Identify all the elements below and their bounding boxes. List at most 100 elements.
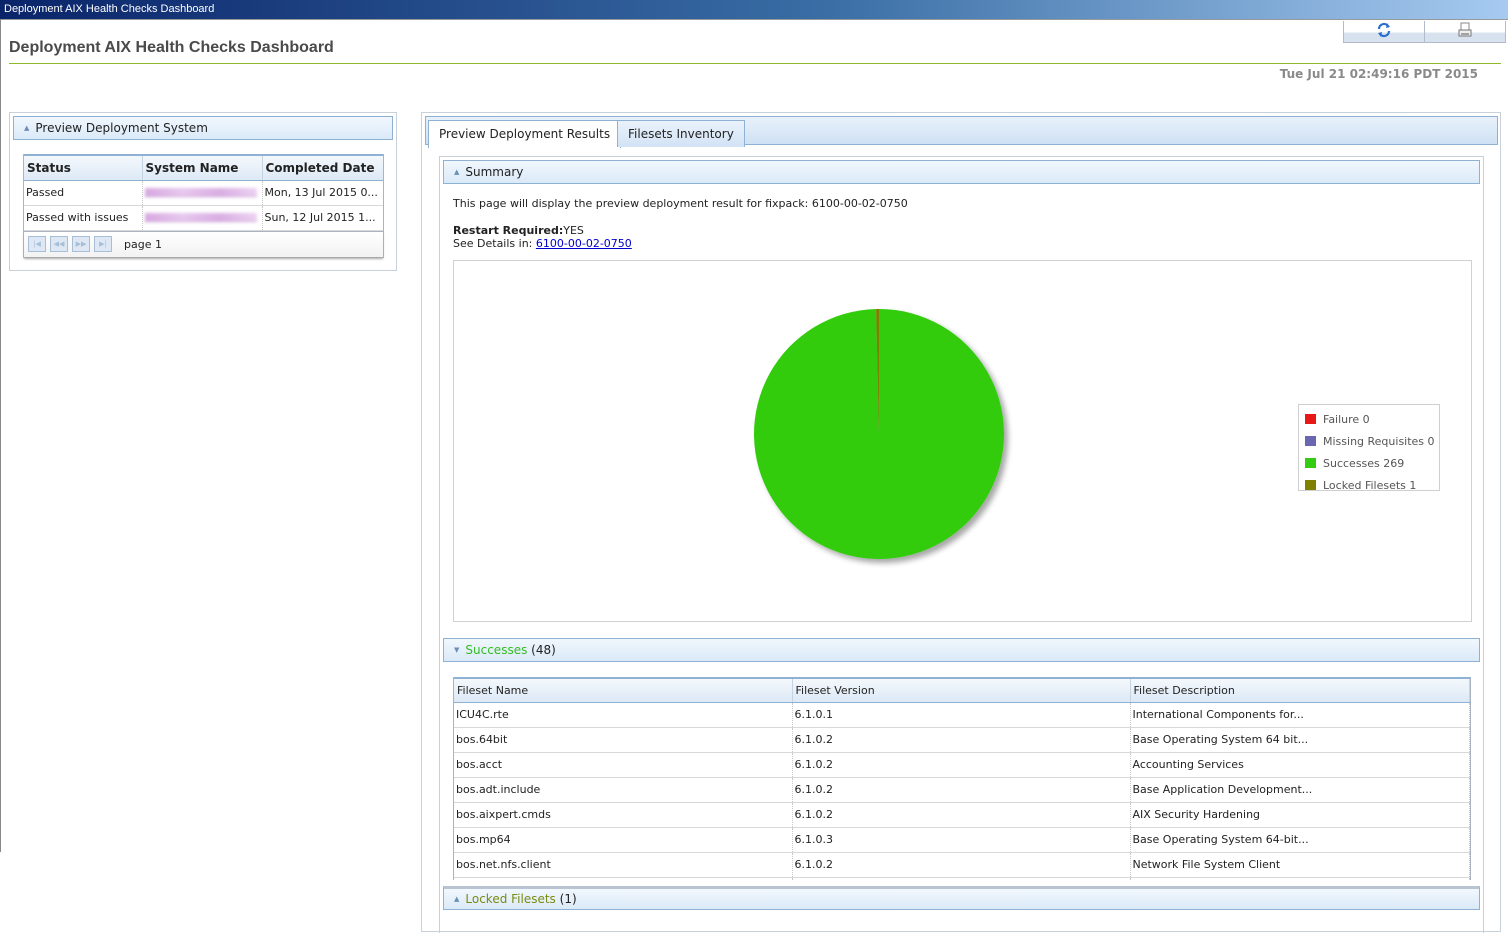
fileset-description-cell: Network File System Client: [1130, 852, 1470, 878]
expand-icon: ▼: [454, 646, 460, 654]
column-header-status[interactable]: Status: [24, 154, 143, 181]
collapse-icon: ▲: [454, 168, 460, 176]
system-name-cell: [142, 205, 263, 231]
successes-grid: Fileset Name Fileset Version Fileset Des…: [453, 677, 1471, 880]
successes-label: Successes: [465, 643, 528, 657]
legend-item-missing-requisites: Missing Requisites 0: [1299, 430, 1439, 452]
restart-value: YES: [563, 224, 584, 237]
first-page-button[interactable]: |◀: [28, 236, 46, 252]
summary-description: This page will display the preview deplo…: [453, 197, 908, 210]
summary-header[interactable]: ▲ Summary: [443, 160, 1480, 184]
locked-filesets-label: Locked Filesets: [465, 892, 556, 906]
first-page-icon: |◀: [33, 240, 41, 248]
table-row[interactable]: bos.aixpert.cmds 6.1.0.2 AIX Security Hard…: [454, 802, 1470, 828]
collapse-icon: ▲: [454, 895, 460, 903]
fileset-version-cell: 6.1.0.3: [792, 827, 1131, 853]
legend-swatch: [1305, 480, 1316, 490]
next-page-button[interactable]: ▶▶: [72, 236, 90, 252]
table-row[interactable]: bos.64bit 6.1.0.2 Base Operating System 64…: [454, 727, 1470, 753]
fileset-name-cell: bos.64bit: [454, 727, 793, 753]
restart-required: Restart Required:YES: [453, 224, 1473, 237]
fileset-description-cell: AIX Security Hardening: [1130, 802, 1470, 828]
page-title: Deployment AIX Health Checks Dashboard: [9, 39, 334, 56]
legend-label: Failure 0: [1323, 412, 1370, 426]
details-label: See Details in:: [453, 237, 536, 250]
table-row[interactable]: bos.net.nfs.client 6.1.0.2 Network File Sy…: [454, 852, 1470, 878]
details-line: See Details in: 6100-00-02-0750: [453, 237, 1473, 250]
legend-swatch: [1305, 414, 1316, 424]
collapse-icon: ▲: [24, 124, 30, 132]
empty-cell: [1130, 877, 1470, 880]
legend-item-failure: Failure 0: [1299, 408, 1439, 430]
successes-header[interactable]: ▼ Successes (48): [443, 638, 1480, 662]
tab-content: ▲ Summary This page will display the pre…: [439, 156, 1484, 933]
title-divider: [9, 63, 1501, 64]
chart-legend: Failure 0 Missing Requisites 0 Successes…: [1298, 404, 1440, 492]
system-name-link[interactable]: [144, 212, 257, 222]
last-page-icon: ▶|: [99, 240, 107, 248]
empty-cell: [792, 877, 1131, 880]
table-row[interactable]: ICU4C.rte 6.1.0.1 International Components…: [454, 702, 1470, 728]
status-cell: Passed: [24, 180, 143, 206]
column-header-fileset-name[interactable]: Fileset Name: [454, 677, 793, 703]
fileset-name-cell: bos.acct: [454, 752, 793, 778]
column-header-fileset-version[interactable]: Fileset Version: [792, 677, 1131, 703]
legend-item-successes: Successes 269: [1299, 452, 1439, 474]
tab-filesets-inventory[interactable]: Filesets Inventory: [617, 120, 745, 147]
fileset-version-cell: 6.1.0.2: [792, 727, 1131, 753]
column-header-system-name[interactable]: System Name: [142, 154, 263, 181]
locked-filesets-count: (1): [559, 892, 577, 906]
fileset-version-cell: 6.1.0.1: [792, 702, 1131, 728]
legend-swatch: [1305, 436, 1316, 446]
system-name-link[interactable]: [144, 187, 257, 197]
deployment-system-grid: Status System Name Completed Date Passed…: [23, 154, 384, 258]
successes-count: (48): [531, 643, 556, 657]
fileset-version-cell: 6.1.0.2: [792, 852, 1131, 878]
section-title: Summary: [465, 165, 524, 179]
tab-bar: Preview Deployment Results Filesets Inve…: [425, 116, 1498, 148]
fileset-name-cell: bos.mp64: [454, 827, 793, 853]
empty-cell: [454, 877, 793, 880]
legend-label: Locked Filesets 1: [1323, 478, 1417, 492]
next-page-icon: ▶▶: [75, 240, 87, 248]
tab-preview-deployment-results[interactable]: Preview Deployment Results: [428, 120, 622, 148]
system-name-cell: [142, 180, 263, 206]
completed-date-cell: Sun, 12 Jul 2015 1...: [262, 205, 383, 231]
legend-item-locked-filesets: Locked Filesets 1: [1299, 474, 1439, 496]
prev-page-button[interactable]: ◀◀: [50, 236, 68, 252]
legend-label: Missing Requisites 0: [1323, 434, 1435, 448]
details-link[interactable]: 6100-00-02-0750: [536, 237, 632, 250]
print-button[interactable]: [1425, 21, 1505, 42]
fileset-name-cell: ICU4C.rte: [454, 702, 793, 728]
fileset-version-cell: 6.1.0.2: [792, 777, 1131, 803]
fileset-name-cell: bos.net.nfs.client: [454, 852, 793, 878]
window-titlebar: Deployment AIX Health Checks Dashboard: [0, 0, 1508, 19]
status-cell: Passed with issues: [24, 205, 143, 231]
fileset-description-cell: Base Operating System 64 bit...: [1130, 727, 1470, 753]
timestamp: Tue Jul 21 02:49:16 PDT 2015: [1279, 67, 1478, 81]
restart-label: Restart Required:: [453, 224, 564, 237]
column-header-completed-date[interactable]: Completed Date: [262, 154, 383, 181]
section-title: Preview Deployment System: [35, 121, 208, 135]
last-page-button[interactable]: ▶|: [94, 236, 112, 252]
fileset-description-cell: Base Application Development...: [1130, 777, 1470, 803]
column-header-fileset-description[interactable]: Fileset Description: [1130, 677, 1470, 703]
page-label: page 1: [124, 237, 162, 251]
results-panel: Preview Deployment Results Filesets Inve…: [421, 112, 1501, 933]
legend-label: Successes 269: [1323, 456, 1405, 470]
legend-swatch: [1305, 458, 1316, 468]
locked-filesets-header[interactable]: ▲ Locked Filesets (1): [443, 886, 1480, 910]
table-row[interactable]: bos.mp64 6.1.0.3 Base Operating System 64-…: [454, 827, 1470, 853]
table-row[interactable]: bos.acct 6.1.0.2 Accounting Services: [454, 752, 1470, 778]
fileset-name-cell: bos.aixpert.cmds: [454, 802, 793, 828]
table-row[interactable]: Passed Mon, 13 Jul 2015 0...: [24, 180, 383, 206]
refresh-button[interactable]: [1344, 21, 1425, 42]
table-row[interactable]: bos.adt.include 6.1.0.2 Base Application D…: [454, 777, 1470, 803]
table-row[interactable]: Passed with issues Sun, 12 Jul 2015 1...: [24, 205, 383, 231]
divider: [0, 19, 1508, 20]
summary-body: This page will display the preview deplo…: [453, 197, 1473, 250]
preview-deployment-system-header[interactable]: ▲ Preview Deployment System: [13, 116, 393, 140]
fileset-description-cell: Base Operating System 64-bit...: [1130, 827, 1470, 853]
fileset-version-cell: 6.1.0.2: [792, 752, 1131, 778]
fileset-name-cell: bos.adt.include: [454, 777, 793, 803]
